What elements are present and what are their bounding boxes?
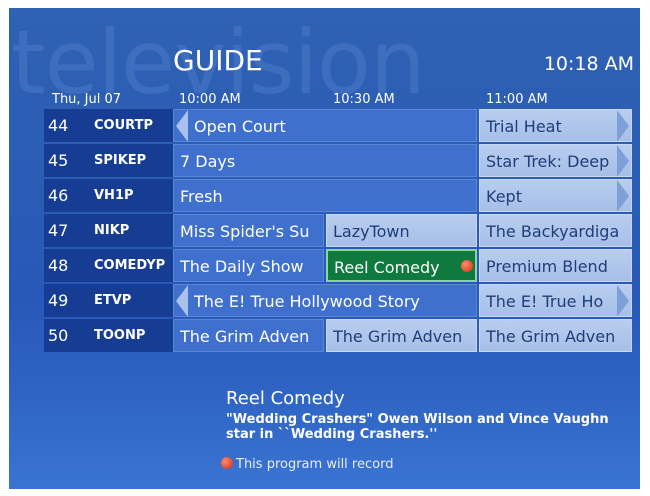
program-cell[interactable]: Fresh bbox=[173, 179, 477, 212]
program-title: LazyTown bbox=[333, 222, 410, 241]
time-slot-3: 11:00 AM bbox=[486, 92, 548, 107]
channel-number: 50 bbox=[44, 319, 84, 352]
arrow-right-icon bbox=[617, 145, 629, 176]
arrow-right-icon bbox=[617, 285, 629, 316]
program-cell[interactable]: The Backyardiga bbox=[479, 214, 632, 247]
program-title: Premium Blend bbox=[486, 257, 608, 276]
program-cell[interactable]: Miss Spider's Su bbox=[173, 214, 324, 247]
program-title: Trial Heat bbox=[486, 117, 562, 136]
arrow-left-icon bbox=[176, 285, 188, 316]
program-cell[interactable]: Open Court bbox=[173, 109, 477, 142]
program-cell[interactable]: The Grim Adven bbox=[326, 319, 477, 352]
arrow-left-icon bbox=[176, 110, 188, 141]
program-title: The Backyardiga bbox=[486, 222, 620, 241]
program-title: The E! True Hollywood Story bbox=[194, 292, 420, 311]
program-cell[interactable]: The Daily Show bbox=[173, 249, 324, 282]
program-title: The E! True Ho bbox=[486, 292, 604, 311]
channel-number: 45 bbox=[44, 144, 84, 177]
program-title: Kept bbox=[486, 187, 522, 206]
program-cell[interactable]: Kept bbox=[479, 179, 632, 212]
program-cell[interactable]: The E! True Ho bbox=[479, 284, 632, 317]
record-note-text: This program will record bbox=[236, 457, 394, 472]
record-icon bbox=[221, 457, 233, 469]
program-cell[interactable]: The E! True Hollywood Story bbox=[173, 284, 477, 317]
program-title: Miss Spider's Su bbox=[180, 222, 310, 241]
details-title: Reel Comedy bbox=[226, 388, 345, 409]
channel-number: 46 bbox=[44, 179, 84, 212]
arrow-right-icon bbox=[617, 110, 629, 141]
program-cell[interactable]: LazyTown bbox=[326, 214, 477, 247]
page-title: GUIDE bbox=[173, 44, 263, 77]
channel-number: 44 bbox=[44, 109, 84, 142]
program-title: Star Trek: Deep bbox=[486, 152, 610, 171]
channel-number: 47 bbox=[44, 214, 84, 247]
arrow-right-icon bbox=[617, 180, 629, 211]
channel-number: 48 bbox=[44, 249, 84, 282]
record-note: This program will record bbox=[221, 457, 393, 472]
details-description: "Wedding Crashers" Owen Wilson and Vince… bbox=[226, 412, 609, 442]
program-title: The Grim Adven bbox=[180, 327, 310, 346]
program-cell[interactable]: Trial Heat bbox=[479, 109, 632, 142]
program-cell[interactable]: Star Trek: Deep bbox=[479, 144, 632, 177]
guide-screen: television GUIDE 10:18 AM Thu, Jul 07 10… bbox=[9, 8, 640, 489]
record-icon bbox=[461, 260, 473, 272]
program-cell[interactable]: 7 Days bbox=[173, 144, 477, 177]
program-title: Open Court bbox=[194, 117, 286, 136]
program-title: The Daily Show bbox=[180, 257, 304, 276]
channel-number: 49 bbox=[44, 284, 84, 317]
program-title: The Grim Adven bbox=[333, 327, 463, 346]
time-slot-2: 10:30 AM bbox=[333, 92, 395, 107]
program-cell[interactable]: Premium Blend bbox=[479, 249, 632, 282]
time-slot-1: 10:00 AM bbox=[179, 92, 241, 107]
date-label: Thu, Jul 07 bbox=[52, 92, 122, 107]
program-cell-selected[interactable]: Reel Comedy bbox=[326, 249, 477, 282]
program-cell[interactable]: The Grim Adven bbox=[479, 319, 632, 352]
program-cell[interactable]: The Grim Adven bbox=[173, 319, 324, 352]
program-title: Fresh bbox=[180, 187, 223, 206]
program-title: Reel Comedy bbox=[334, 258, 440, 277]
program-title: 7 Days bbox=[180, 152, 236, 171]
program-title: The Grim Adven bbox=[486, 327, 616, 346]
clock: 10:18 AM bbox=[543, 53, 634, 75]
